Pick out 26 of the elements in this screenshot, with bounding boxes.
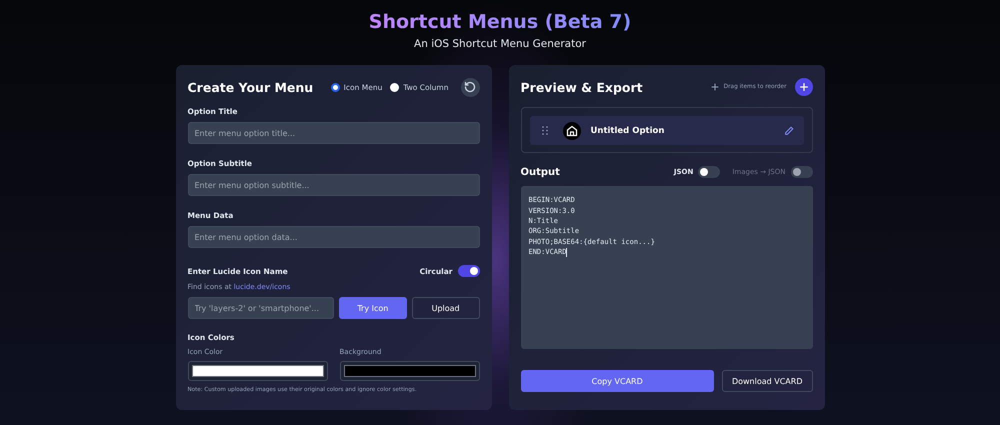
home-icon — [562, 122, 580, 140]
move-icon — [710, 83, 719, 91]
drag-handle-icon[interactable] — [542, 126, 548, 135]
copy-button[interactable]: Copy VCARD — [520, 370, 714, 392]
circular-toggle[interactable] — [458, 265, 480, 277]
panel-title: Preview & Export — [520, 80, 643, 94]
output-title: Output — [520, 166, 560, 178]
reset-icon — [464, 81, 476, 93]
menu-item[interactable]: Untitled Option — [530, 116, 804, 145]
output-toggle[interactable] — [698, 166, 720, 178]
add-button[interactable] — [794, 78, 812, 96]
color-picker[interactable] — [188, 361, 328, 381]
reset-button[interactable] — [460, 78, 480, 96]
color-picker[interactable] — [340, 361, 480, 381]
panel-title: Create Your Menu — [188, 80, 314, 94]
text-field[interactable]: Enter menu option data... — [188, 226, 480, 248]
upload-button[interactable]: Upload — [412, 297, 480, 319]
text-field[interactable]: Enter menu option subtitle... — [188, 174, 480, 196]
page-subtitle: An iOS Shortcut Menu Generator — [414, 38, 586, 50]
item-title: Untitled Option — [590, 126, 666, 136]
text-field[interactable]: Enter menu option title... — [188, 122, 480, 144]
icon-name-field[interactable]: Try 'layers-2' or 'smartphone'... — [188, 297, 334, 319]
pencil-icon[interactable] — [784, 126, 794, 136]
plus-icon — [798, 82, 808, 92]
download-button[interactable]: Download VCARD — [722, 370, 812, 392]
try-icon-button[interactable]: Try Icon — [338, 297, 407, 319]
